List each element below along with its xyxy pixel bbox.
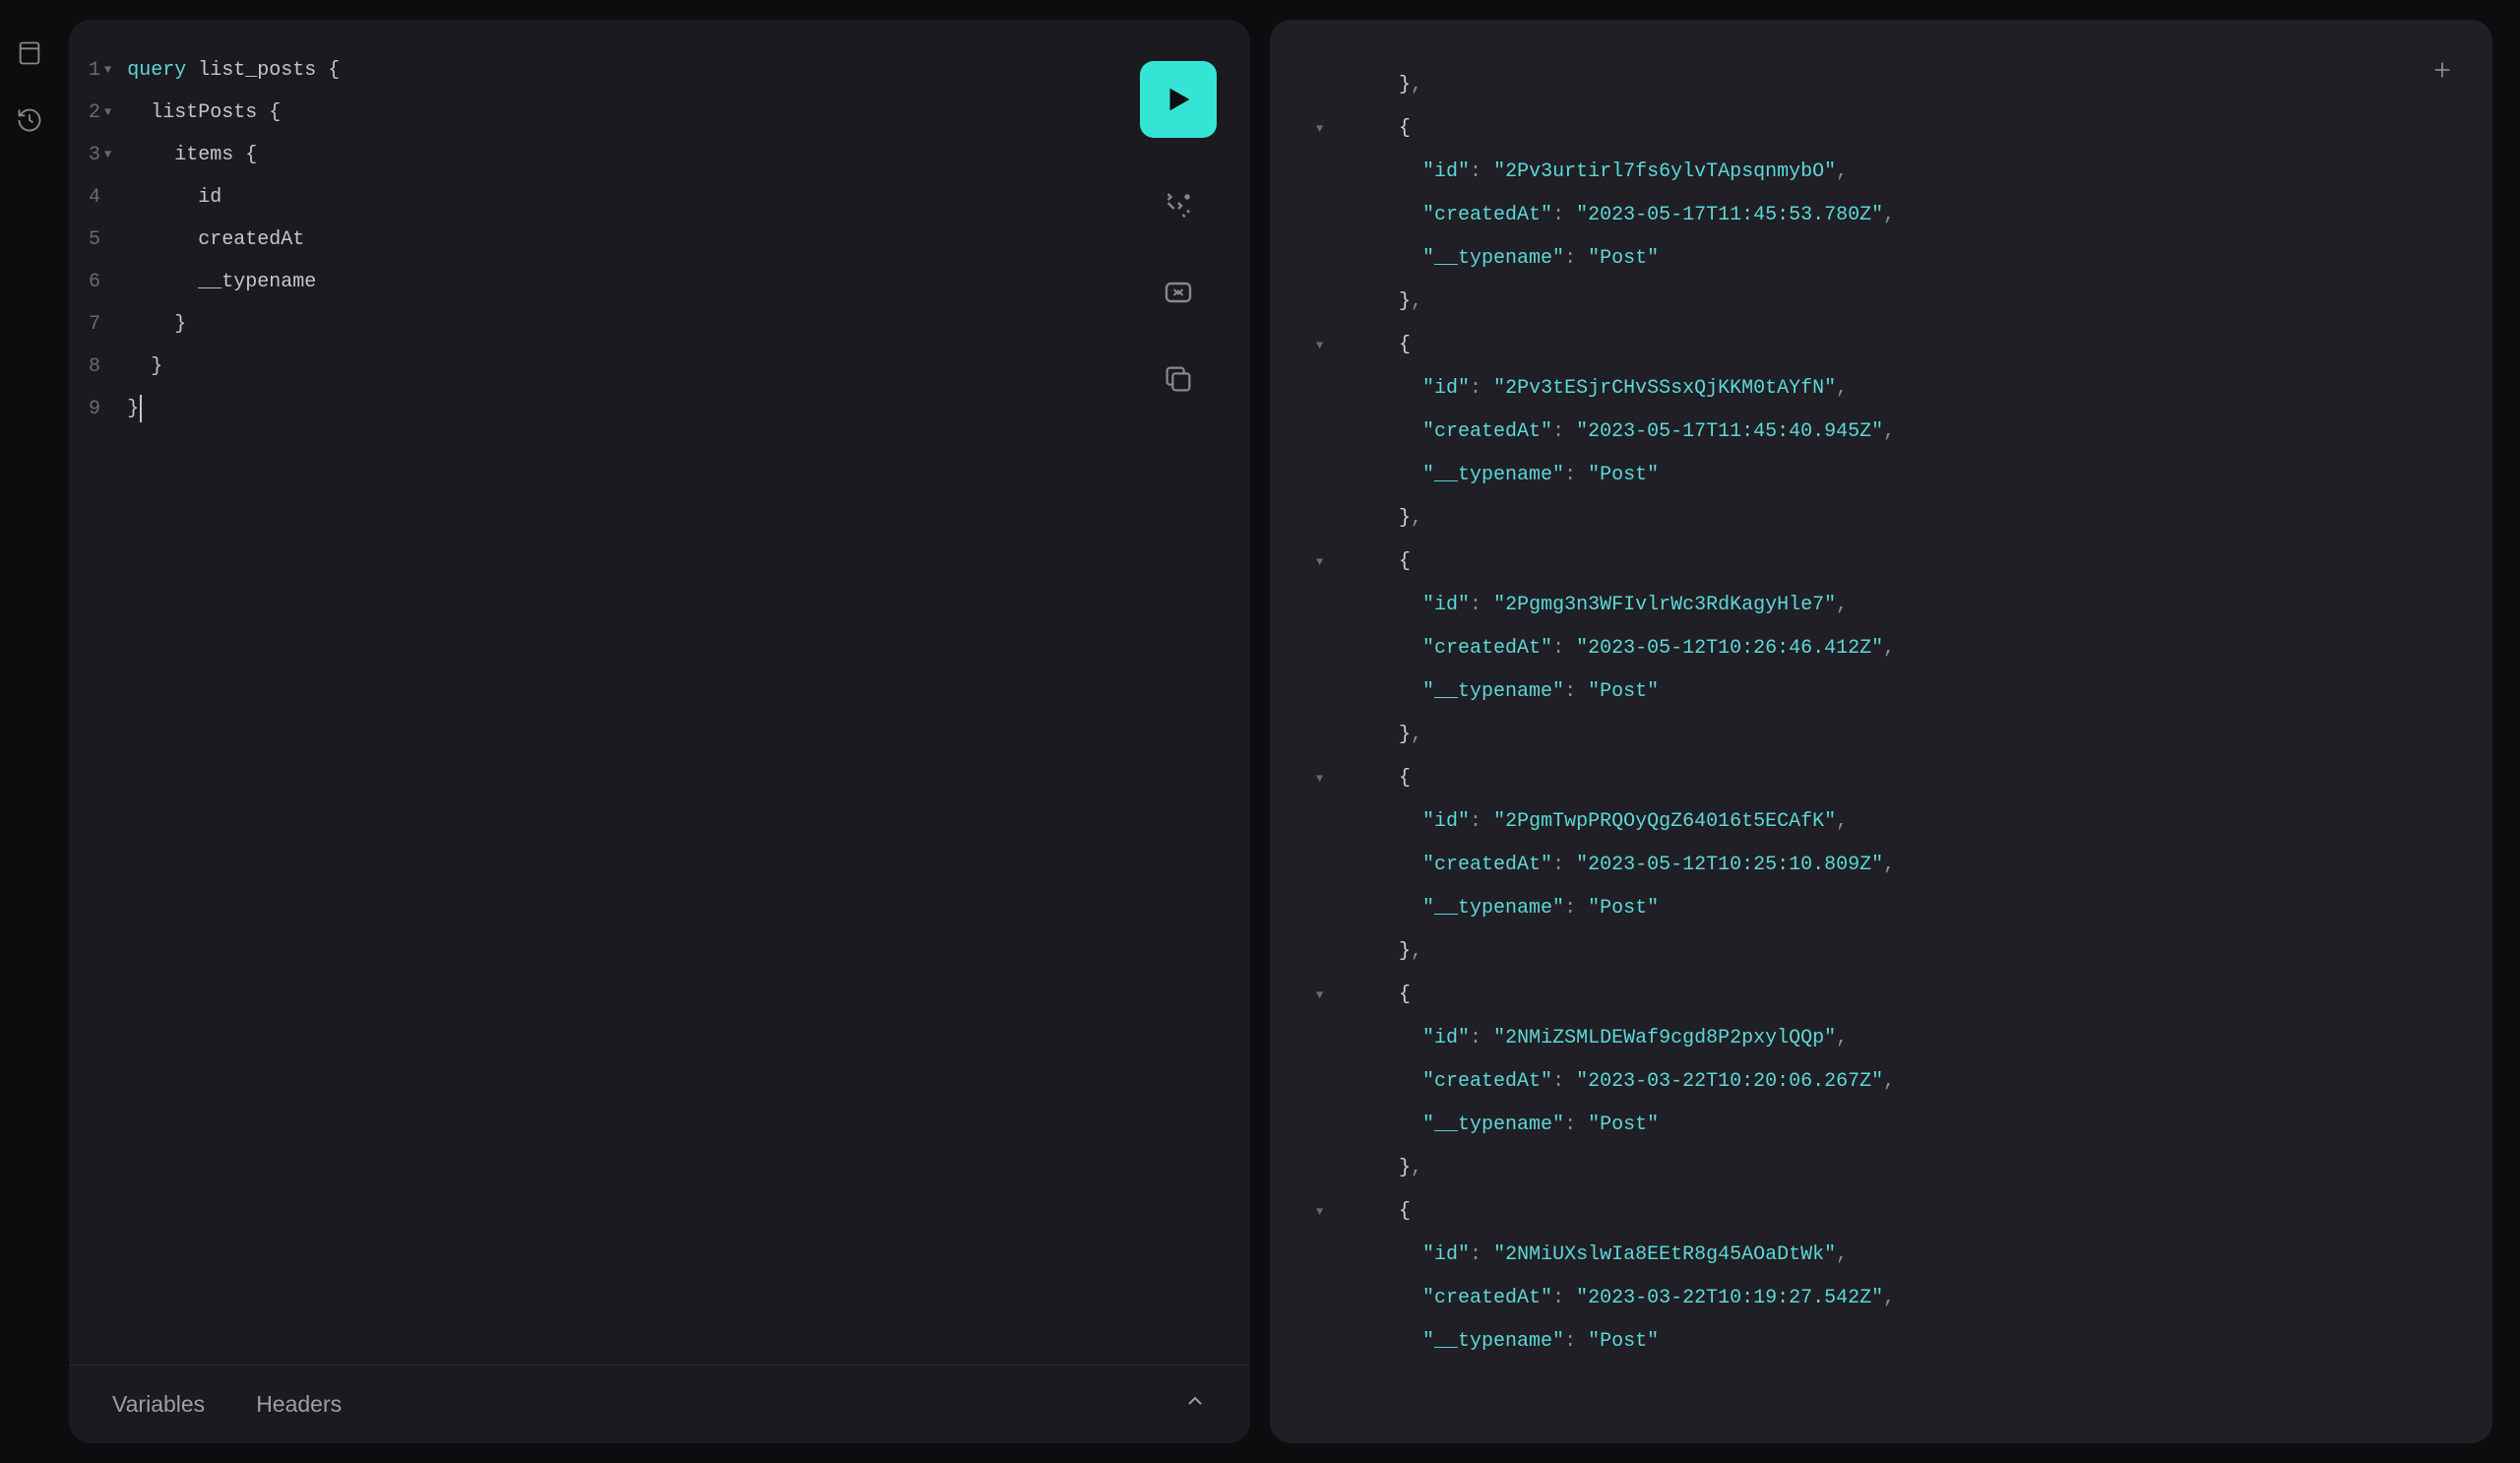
line-number: 1▼ [89,49,111,92]
json-line: "id": "2NMiUXslwIa8EEtR8g45AOaDtWk", [1304,1234,2463,1277]
line-number: 5▼ [89,219,111,261]
fold-arrow-icon[interactable]: ▼ [1316,757,1323,800]
json-line: "id": "2PgmTwpPRQOyQgZ64016t5ECAfK", [1304,800,2463,844]
history-icon[interactable] [16,106,43,134]
code-line[interactable]: __typename [127,261,1230,303]
json-line: "createdAt": "2023-05-12T10:26:46.412Z", [1304,627,2463,670]
json-line: }, [1304,714,2463,757]
line-gutter: 1▼2▼3▼4▼5▼6▼7▼8▼9▼ [89,49,119,1345]
bottom-tabs: Variables Headers [112,1391,342,1418]
copy-icon[interactable] [1160,360,1197,398]
json-line: "__typename": "Post" [1304,454,2463,497]
tab-headers[interactable]: Headers [256,1391,342,1418]
editor-body[interactable]: 1▼2▼3▼4▼5▼6▼7▼8▼9▼ query list_posts { li… [69,20,1250,1365]
response-panel: },▼ { "id": "2Pv3urtirl7fs6ylvTApsqnmybO… [1270,20,2492,1443]
app-root: 1▼2▼3▼4▼5▼6▼7▼8▼9▼ query list_posts { li… [0,0,2520,1463]
json-line: "__typename": "Post" [1304,1320,2463,1364]
line-number: 4▼ [89,176,111,219]
code-line[interactable]: id [127,176,1230,219]
json-line: "createdAt": "2023-03-22T10:20:06.267Z", [1304,1060,2463,1104]
code-line[interactable]: createdAt [127,219,1230,261]
json-line: "id": "2Pgmg3n3WFIvlrWc3RdKagyHle7", [1304,584,2463,627]
json-line: "__typename": "Post" [1304,670,2463,714]
merge-icon[interactable] [1160,274,1197,311]
json-line: "__typename": "Post" [1304,237,2463,281]
fold-arrow-icon[interactable]: ▼ [104,49,111,92]
code-line[interactable]: items { [127,134,1230,176]
json-response[interactable]: },▼ { "id": "2Pv3urtirl7fs6ylvTApsqnmybO… [1290,64,2463,1364]
run-button[interactable] [1140,61,1217,138]
docs-icon[interactable] [16,39,43,67]
left-rail [0,0,59,1463]
json-line: "createdAt": "2023-05-17T11:45:40.945Z", [1304,411,2463,454]
json-line: ▼ { [1304,541,2463,584]
json-line: ▼ { [1304,324,2463,367]
line-number: 9▼ [89,388,111,430]
line-number: 3▼ [89,134,111,176]
json-line: "id": "2Pv3tESjrCHvSSsxQjKKM0tAYfN", [1304,367,2463,411]
json-line: "createdAt": "2023-05-17T11:45:53.780Z", [1304,194,2463,237]
fold-arrow-icon[interactable]: ▼ [1316,541,1323,584]
text-cursor [140,395,142,422]
json-line: "__typename": "Post" [1304,1104,2463,1147]
code-line[interactable]: } [127,346,1230,388]
line-number: 7▼ [89,303,111,346]
line-number: 6▼ [89,261,111,303]
json-line: }, [1304,930,2463,974]
chevron-up-icon[interactable] [1183,1389,1207,1420]
json-line: "id": "2NMiZSMLDEWaf9cgd8P2pxylQQp", [1304,1017,2463,1060]
tab-variables[interactable]: Variables [112,1391,205,1418]
json-line: "createdAt": "2023-03-22T10:19:27.542Z", [1304,1277,2463,1320]
json-line: "createdAt": "2023-05-12T10:25:10.809Z", [1304,844,2463,887]
json-line: }, [1304,281,2463,324]
json-line: ▼ { [1304,107,2463,151]
line-number: 8▼ [89,346,111,388]
fold-arrow-icon[interactable]: ▼ [1316,1190,1323,1234]
fold-arrow-icon[interactable]: ▼ [1316,324,1323,367]
line-number: 2▼ [89,92,111,134]
main-area: 1▼2▼3▼4▼5▼6▼7▼8▼9▼ query list_posts { li… [59,0,2520,1463]
code-area[interactable]: query list_posts { listPosts { items { i… [119,49,1230,1345]
code-line[interactable]: } [127,388,1230,430]
prettify-icon[interactable] [1160,187,1197,224]
json-line: "id": "2Pv3urtirl7fs6ylvTApsqnmybO", [1304,151,2463,194]
json-line: }, [1304,64,2463,107]
json-line: "__typename": "Post" [1304,887,2463,930]
fold-arrow-icon[interactable]: ▼ [1316,107,1323,151]
fold-arrow-icon[interactable]: ▼ [104,134,111,176]
editor-toolbar [1140,61,1217,398]
code-line[interactable]: query list_posts { [127,49,1230,92]
editor-bottom-bar: Variables Headers [69,1365,1250,1443]
fold-arrow-icon[interactable]: ▼ [104,92,111,134]
json-line: ▼ { [1304,1190,2463,1234]
fold-arrow-icon[interactable]: ▼ [1316,974,1323,1017]
code-line[interactable]: } [127,303,1230,346]
query-editor-panel: 1▼2▼3▼4▼5▼6▼7▼8▼9▼ query list_posts { li… [69,20,1250,1443]
json-line: ▼ { [1304,974,2463,1017]
json-line: }, [1304,497,2463,541]
code-line[interactable]: listPosts { [127,92,1230,134]
json-line: ▼ { [1304,757,2463,800]
json-line: }, [1304,1147,2463,1190]
